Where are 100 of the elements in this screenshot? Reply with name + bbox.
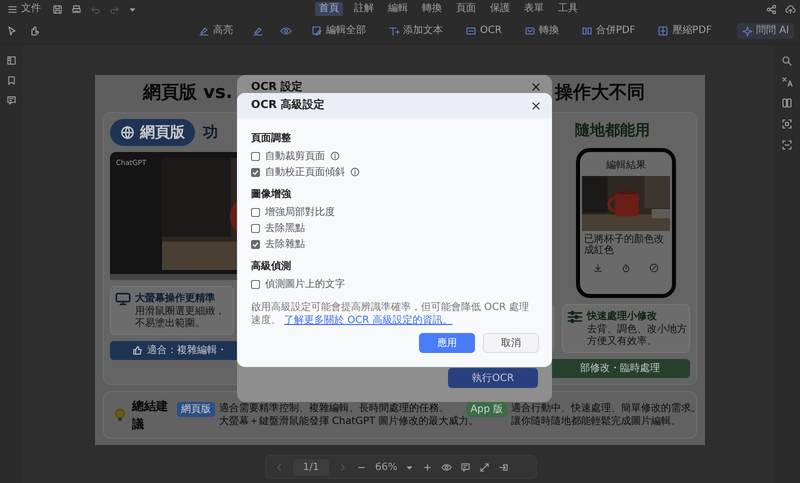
edit-icon bbox=[311, 25, 323, 37]
toolbar-button[interactable]: 高亮 bbox=[195, 25, 236, 37]
feature-text: 不易塗出範圍。 bbox=[135, 318, 206, 330]
print-icon[interactable] bbox=[71, 4, 82, 14]
marker-icon[interactable] bbox=[252, 25, 264, 37]
dialog-title: OCR 設定 bbox=[251, 79, 303, 95]
feature-title: 大螢幕操作更精準 bbox=[135, 292, 216, 306]
feature-text: 去背、調色、改小地方 bbox=[587, 324, 687, 336]
option-label: 增強局部對比度 bbox=[265, 206, 335, 220]
dialog-title: OCR 高級設定 bbox=[251, 97, 325, 114]
monitor-icon bbox=[115, 290, 131, 306]
checkbox[interactable] bbox=[251, 280, 260, 288]
checkbox[interactable] bbox=[251, 152, 260, 160]
scan-icon bbox=[465, 25, 477, 37]
menu-tab[interactable]: 編輯 bbox=[385, 2, 411, 16]
menu-tab[interactable]: 首頁 bbox=[315, 2, 343, 16]
apply-button[interactable]: 應用 bbox=[419, 333, 475, 353]
menu-tab[interactable]: 表單 bbox=[521, 2, 547, 16]
timer-icon[interactable] bbox=[621, 262, 631, 272]
cloud-upload-icon[interactable] bbox=[785, 4, 796, 14]
menu-tab[interactable]: 轉換 bbox=[419, 2, 445, 16]
merge-icon bbox=[580, 25, 593, 37]
edit-icon[interactable] bbox=[649, 262, 659, 272]
summary-text: 適合行動中、快速處理、簡單修改的需求。 bbox=[511, 402, 702, 414]
doc-title: 操作大不同 bbox=[555, 81, 645, 105]
download-icon[interactable] bbox=[593, 262, 603, 272]
summary-text: 大螢幕＋鍵盤滑鼠能發揮 ChatGPT 圖片修改的最大威力。 bbox=[218, 414, 478, 428]
checkbox[interactable] bbox=[251, 208, 260, 216]
zoom-in-icon[interactable] bbox=[422, 462, 434, 472]
thumbs-up-icon bbox=[132, 344, 143, 356]
sliders-icon bbox=[567, 308, 583, 324]
toolbar-button[interactable]: 合併PDF bbox=[578, 25, 638, 37]
summary-text: 讓你隨時隨地都能輕鬆完成圖片編輯。 bbox=[511, 414, 682, 428]
doc-title: 網頁版 vs. bbox=[143, 81, 233, 105]
screen-title: 編輯結果 bbox=[606, 158, 646, 172]
summary-title: 總結建議 bbox=[132, 398, 169, 432]
menu-tab[interactable]: 保護 bbox=[487, 2, 513, 16]
section-heading: 頁面調整 bbox=[251, 131, 292, 146]
menu-tab[interactable]: 註解 bbox=[351, 2, 377, 16]
file-menu-button[interactable]: 文件 bbox=[4, 3, 44, 15]
feature-text: 用滑鼠圈選更細緻， bbox=[135, 306, 225, 318]
option-label: 去除雜點 bbox=[265, 238, 305, 252]
fit-page-icon[interactable] bbox=[479, 462, 490, 472]
toolbar-button[interactable]: 添加文本 bbox=[385, 25, 446, 37]
option-label: 自動校正頁面傾斜 bbox=[265, 166, 345, 180]
info-icon[interactable] bbox=[350, 167, 360, 177]
eye-icon[interactable] bbox=[280, 25, 292, 37]
option-label: 偵測圖片上的文字 bbox=[265, 278, 345, 292]
search-icon[interactable] bbox=[781, 55, 793, 67]
text-icon bbox=[388, 25, 400, 37]
info-icon[interactable] bbox=[330, 151, 340, 161]
learn-more-link[interactable]: 了解更多關於 OCR 高級設定的資訊。 bbox=[284, 314, 452, 326]
photo-caption: 已將杯子的顏色改成紅色 bbox=[584, 234, 665, 256]
exit-icon[interactable] bbox=[498, 462, 510, 472]
bookmark-icon[interactable] bbox=[6, 75, 16, 86]
share-icon[interactable] bbox=[766, 4, 777, 14]
scan-icon[interactable] bbox=[781, 118, 793, 130]
view-mode-icon[interactable] bbox=[441, 462, 452, 472]
run-ocr-button[interactable]: 執行OCR bbox=[448, 368, 538, 388]
toolbar-button[interactable]: 編輯全部 bbox=[308, 25, 369, 37]
feature-title: 快速處理小修改 bbox=[587, 310, 658, 324]
close-button[interactable] bbox=[530, 81, 542, 94]
card-heading: 功 bbox=[203, 122, 218, 143]
note-text: 啟用高級設定可能會提高辨識準確率，但可能會降低 OCR 處理速度。 了解更多關於 OCR 高級設定的資訊。 bbox=[251, 302, 530, 327]
menu-tab[interactable]: 頁面 bbox=[453, 2, 479, 16]
scan-icon[interactable] bbox=[781, 139, 793, 151]
version-badge: 網頁版 bbox=[176, 402, 215, 416]
cancel-button[interactable]: 取消 bbox=[483, 333, 539, 353]
toolbar-button[interactable]: OCR bbox=[462, 25, 505, 37]
version-badge: App 版 bbox=[466, 402, 508, 416]
page-number-field[interactable]: 1/1 bbox=[293, 458, 330, 476]
convert-icon bbox=[524, 25, 536, 37]
compare-icon[interactable] bbox=[781, 97, 793, 109]
select-tool-icon[interactable] bbox=[6, 25, 18, 37]
section-heading: 高級偵測 bbox=[251, 259, 292, 274]
save-icon[interactable] bbox=[52, 4, 63, 14]
toolbar-button[interactable]: 轉換 bbox=[520, 25, 562, 37]
feature-text: 方便又有效率。 bbox=[587, 336, 658, 348]
globe-icon bbox=[120, 124, 135, 140]
zoom-level[interactable]: 66% bbox=[375, 460, 398, 474]
version-badge: 網頁版 bbox=[110, 119, 195, 146]
option-label: 去除黑點 bbox=[265, 222, 305, 236]
ask-ai-button[interactable]: 問問 AI bbox=[737, 23, 794, 39]
compress-icon bbox=[657, 25, 670, 37]
translate-icon[interactable] bbox=[781, 76, 793, 88]
marker-icon bbox=[198, 25, 210, 37]
sparkle-icon bbox=[742, 26, 754, 36]
checkbox[interactable] bbox=[251, 240, 260, 248]
toolbar-button[interactable]: 壓縮PDF bbox=[654, 25, 715, 37]
thumbnails-icon[interactable] bbox=[6, 55, 16, 66]
comment-icon[interactable] bbox=[6, 95, 16, 106]
lightbulb-icon bbox=[112, 406, 128, 422]
page-mode-icon[interactable] bbox=[460, 462, 472, 472]
option-label: 自動裁剪頁面 bbox=[265, 150, 325, 164]
checkbox[interactable] bbox=[251, 224, 260, 232]
checkbox[interactable] bbox=[251, 168, 260, 176]
menu-tab[interactable]: 工具 bbox=[555, 2, 581, 16]
close-button[interactable] bbox=[530, 100, 542, 112]
menu-icon bbox=[7, 4, 18, 14]
section-heading: 圖像增強 bbox=[251, 188, 292, 202]
